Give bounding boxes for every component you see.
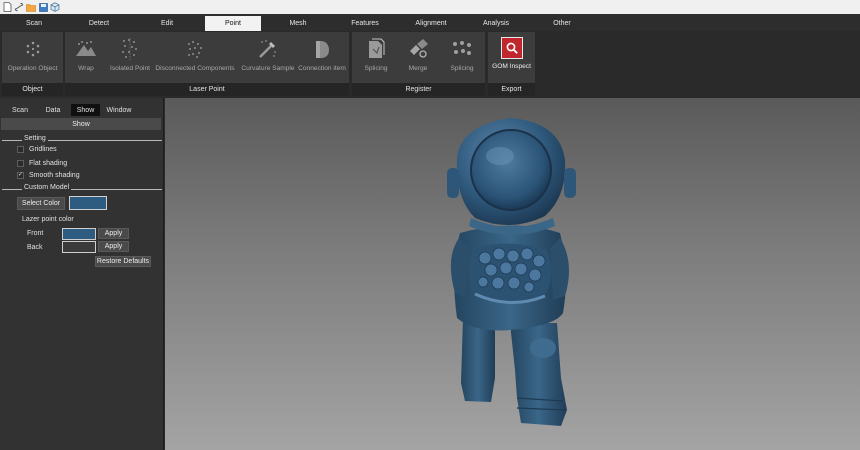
splicing-points-icon	[450, 37, 474, 61]
gom-inspect-label: GOM Inspect	[492, 63, 531, 70]
quick-access-toolbar	[0, 0, 860, 14]
disconnected-components-label: Disconnected Components	[155, 65, 235, 72]
merge-label: Merge	[408, 65, 428, 72]
disconnected-components-button[interactable]: Disconnected Components	[153, 37, 237, 77]
panel-tab-show[interactable]: Show	[71, 104, 100, 116]
front-label: Front	[27, 230, 44, 237]
connection-item-icon	[310, 37, 334, 61]
splicing-points-button[interactable]: Splicing	[442, 37, 482, 77]
tab-other[interactable]: Other	[540, 16, 584, 31]
panel-tab-window[interactable]: Window	[102, 104, 136, 116]
isolated-point-button[interactable]: Isolated Point	[107, 37, 153, 77]
model-color-swatch[interactable]	[69, 196, 107, 210]
splicing-doc-label: Splicing	[364, 65, 388, 72]
tab-scan[interactable]: Scan	[12, 16, 56, 31]
ribbon-group-label-laser-point: Laser Point	[65, 83, 349, 96]
curvature-sample-label: Curvature Sample	[241, 65, 295, 72]
front-color-swatch[interactable]	[62, 228, 96, 240]
open-folder-icon[interactable]	[26, 2, 36, 12]
gom-inspect-icon	[500, 37, 523, 59]
ribbon-group-export: GOM Inspect Export	[488, 32, 535, 96]
operation-object-label: Operation Object	[7, 65, 58, 72]
link-icon[interactable]	[14, 2, 24, 12]
panel-header: Show	[1, 118, 161, 130]
ribbon: Operation Object Object Wrap Isolated Po…	[0, 31, 860, 98]
ribbon-group-laser-point: Wrap Isolated Point Disconnected Compone…	[65, 32, 349, 96]
flat-shading-option[interactable]: Flat shading	[17, 158, 67, 168]
lazer-point-color-label: Lazer point color	[22, 216, 74, 223]
ribbon-group-object: Operation Object Object	[2, 32, 63, 96]
panel-tabs: Scan Data Show Window	[0, 104, 162, 116]
tab-detect[interactable]: Detect	[76, 16, 122, 31]
wrap-icon	[74, 37, 98, 61]
smooth-shading-label: Smooth shading	[29, 171, 80, 179]
tab-mesh[interactable]: Mesh	[275, 16, 321, 31]
disconnected-components-icon	[183, 37, 207, 61]
flat-shading-checkbox[interactable]	[17, 159, 24, 167]
tab-analysis[interactable]: Analysis	[472, 16, 520, 31]
custom-model-title: Custom Model	[22, 184, 72, 191]
new-file-icon[interactable]	[2, 2, 12, 12]
isolated-point-icon	[118, 37, 142, 61]
isolated-point-label: Isolated Point	[110, 65, 150, 72]
ribbon-group-register: Splicing Merge Splicing Register	[352, 32, 485, 96]
gridlines-label: Gridlines	[29, 145, 57, 153]
tab-alignment[interactable]: Alignment	[405, 16, 457, 31]
tab-features[interactable]: Features	[340, 16, 390, 31]
back-color-swatch[interactable]	[62, 241, 96, 253]
setting-title: Setting	[22, 135, 48, 142]
panel-tab-data[interactable]: Data	[38, 104, 68, 116]
tab-edit[interactable]: Edit	[144, 16, 190, 31]
ribbon-group-label-object: Object	[2, 83, 63, 96]
gridlines-option[interactable]: Gridlines	[17, 144, 57, 154]
operation-object-button[interactable]: Operation Object	[4, 37, 61, 77]
curvature-sample-button[interactable]: Curvature Sample	[239, 37, 297, 77]
restore-defaults-button[interactable]: Restore Defaults	[95, 256, 151, 267]
flat-shading-label: Flat shading	[29, 159, 68, 167]
back-apply-button[interactable]: Apply	[98, 241, 129, 252]
astronaut-model[interactable]	[165, 98, 860, 450]
connection-item-label: Connection item	[298, 65, 346, 72]
cube-icon[interactable]	[50, 2, 60, 12]
ribbon-group-label-export: Export	[488, 83, 535, 96]
menu-bar: Scan Detect Edit Point Mesh Features Ali…	[0, 14, 860, 31]
select-color-button[interactable]: Select Color	[17, 197, 65, 210]
wrap-button[interactable]: Wrap	[71, 37, 101, 77]
curvature-sample-icon	[256, 37, 280, 61]
splicing-doc-icon	[364, 37, 388, 61]
smooth-shading-checkbox[interactable]: ✓	[17, 171, 24, 179]
merge-icon	[406, 37, 430, 61]
smooth-shading-option[interactable]: ✓ Smooth shading	[17, 170, 80, 180]
back-label: Back	[27, 244, 43, 251]
operation-object-icon	[21, 37, 45, 61]
3d-viewport[interactable]	[165, 98, 860, 450]
splicing-doc-button[interactable]: Splicing	[356, 37, 396, 77]
tab-point[interactable]: Point	[205, 16, 261, 31]
merge-button[interactable]: Merge	[398, 37, 438, 77]
save-icon[interactable]	[38, 2, 48, 12]
app-window: Scan Detect Edit Point Mesh Features Ali…	[0, 0, 860, 450]
ribbon-group-label-register: Register	[352, 83, 485, 96]
side-panel: Scan Data Show Window Show Setting Gridl…	[0, 98, 164, 450]
front-apply-button[interactable]: Apply	[98, 228, 129, 239]
gom-inspect-button[interactable]: GOM Inspect	[489, 37, 534, 77]
gridlines-checkbox[interactable]	[17, 145, 24, 153]
connection-item-button[interactable]: Connection item	[297, 37, 347, 77]
splicing-points-label: Splicing	[450, 65, 474, 72]
wrap-label: Wrap	[78, 65, 94, 72]
panel-tab-scan[interactable]: Scan	[4, 104, 36, 116]
